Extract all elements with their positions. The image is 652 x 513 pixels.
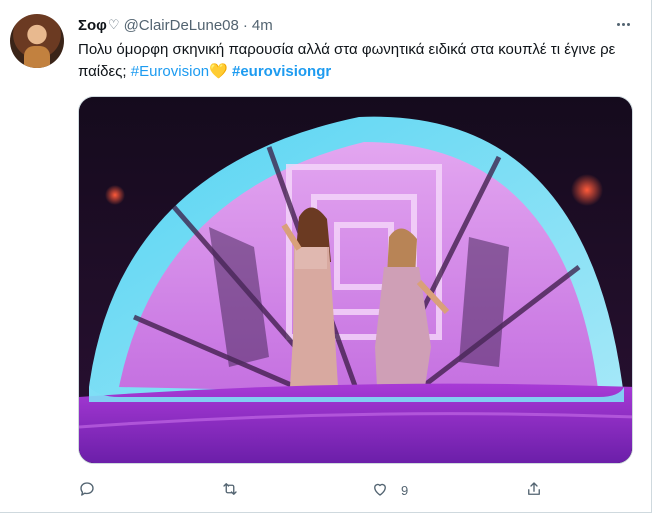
retweet-icon[interactable] [221,480,239,501]
tweet-header: Σοφ ♡ @ClairDeLune08 · 4m [78,15,621,35]
tweet-card[interactable]: Σοφ ♡ @ClairDeLune08 · 4m Πολυ όμορφη σκ… [0,0,652,513]
user-handle[interactable]: @ClairDeLune08 [124,17,239,34]
separator-dot: · [242,16,248,34]
reply-icon[interactable] [78,480,96,501]
tweet-photo[interactable] [78,96,633,464]
hashtag-eurovision[interactable]: #Eurovision [131,63,209,80]
heart-icon[interactable] [371,480,389,501]
yellow-heart-emoji: 💛 [209,63,228,80]
retweet-button[interactable] [221,478,239,502]
share-icon[interactable] [525,480,543,501]
stage-photo-illustration [79,97,632,463]
display-name[interactable]: Σοφ [78,17,107,34]
like-button[interactable]: 9 [371,478,408,502]
reply-button[interactable] [78,478,96,502]
more-options-icon[interactable] [613,14,633,34]
tweet-text: Πολυ όμορφη σκηνική παρουσία αλλά στα φω… [78,39,633,83]
name-heart-emoji: ♡ [107,17,120,32]
like-count: 9 [401,482,409,498]
timestamp[interactable]: 4m [252,17,273,34]
share-button[interactable] [525,478,543,502]
hashtag-eurovisiongr[interactable]: #eurovisiongr [232,63,331,80]
avatar[interactable] [10,14,64,68]
tweet-actions: 9 [78,478,548,502]
